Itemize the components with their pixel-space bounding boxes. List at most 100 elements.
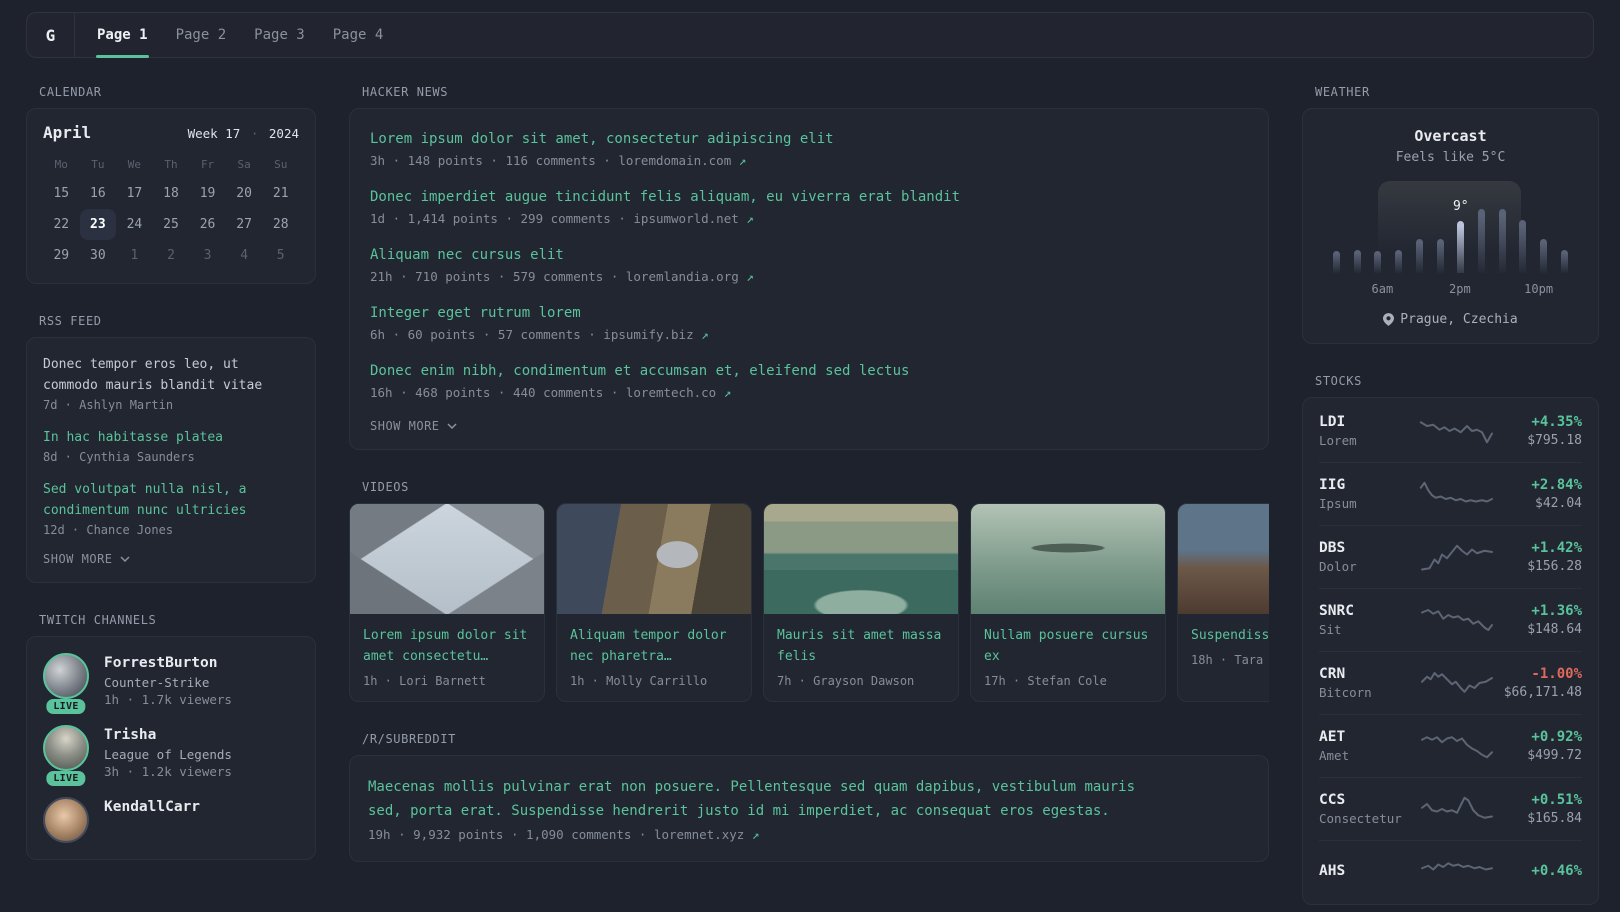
video-card[interactable]: Lorem ipsum dolor sit amet consectetu… 1…: [349, 503, 545, 702]
show-more-label: SHOW MORE: [370, 419, 440, 433]
tab-page-4[interactable]: Page 4: [333, 13, 384, 57]
stock-row[interactable]: IIG Ipsum +2.84% $42.04: [1319, 462, 1582, 525]
hn-item-title[interactable]: Aliquam nec cursus elit: [370, 245, 1248, 265]
external-link-icon[interactable]: ↗: [746, 269, 754, 284]
twitch-channel-row[interactable]: LIVE Trisha League of Legends 3h · 1.2k …: [43, 725, 299, 786]
calendar-day[interactable]: 4: [226, 240, 263, 271]
hn-item-title[interactable]: Integer eget rutrum lorem: [370, 303, 1248, 323]
rss-section-label: RSS FEED: [39, 314, 102, 328]
streamer-avatar-image: [43, 797, 89, 843]
stock-ticker: AHS: [1319, 862, 1346, 879]
twitch-channel-row[interactable]: LIVE ForrestBurton Counter-Strike 1h · 1…: [43, 653, 299, 714]
calendar-day[interactable]: 21: [262, 178, 299, 209]
stock-row[interactable]: SNRC Sit +1.36% $148.64: [1319, 588, 1582, 651]
stock-name: Lorem: [1319, 432, 1357, 448]
calendar-day[interactable]: 23: [79, 209, 117, 240]
calendar-day[interactable]: 2: [153, 240, 190, 271]
page-columns: CALENDAR April Week 17 · 2024 Mo Tu We T…: [0, 85, 1620, 905]
calendar-day[interactable]: 5: [262, 240, 299, 271]
app-logo[interactable]: G: [27, 13, 75, 57]
video-thumbnail[interactable]: [764, 504, 958, 614]
external-link-icon[interactable]: ↗: [739, 153, 747, 168]
tab-page-3[interactable]: Page 3: [254, 13, 305, 57]
calendar-day[interactable]: 17: [116, 178, 153, 209]
location-pin-icon: [1383, 313, 1395, 326]
show-more-label: SHOW MORE: [43, 552, 113, 566]
video-thumbnail[interactable]: [350, 504, 544, 614]
weather-bar: [1540, 209, 1548, 273]
calendar-day[interactable]: 3: [189, 240, 226, 271]
calendar-day[interactable]: 25: [153, 209, 190, 240]
external-link-icon[interactable]: ↗: [724, 385, 732, 400]
video-card-body: Aliquam tempor dolor nec pharetra… 1h · …: [557, 614, 751, 701]
stock-row[interactable]: LDI Lorem +4.35% $795.18: [1319, 399, 1582, 462]
videos-section: VIDEOS Lorem ipsum dolor sit amet consec…: [349, 480, 1269, 702]
video-thumbnail[interactable]: [557, 504, 751, 614]
stock-row[interactable]: AET Amet +0.92% $499.72: [1319, 714, 1582, 777]
calendar-day[interactable]: 18: [153, 178, 190, 209]
stocks-section: STOCKS LDI Lorem +4.35% $795.18 IIG Ipsu…: [1302, 374, 1599, 905]
video-card[interactable]: Nullam posuere cursus ex 17h · Stefan Co…: [970, 503, 1166, 702]
stock-row[interactable]: CCS Consectetur +0.51% $165.84: [1319, 777, 1582, 840]
hn-item-title[interactable]: Lorem ipsum dolor sit amet, consectetur …: [370, 129, 1248, 149]
calendar-day[interactable]: 15: [43, 178, 80, 209]
video-card[interactable]: Suspendisse diam 18h · Tara: [1177, 503, 1269, 702]
calendar-day[interactable]: 19: [189, 178, 226, 209]
hn-item-title[interactable]: Donec imperdiet augue tincidunt felis al…: [370, 187, 1248, 207]
stock-id: SNRC Sit: [1319, 603, 1415, 637]
tab-page-1[interactable]: Page 1: [96, 13, 149, 58]
video-meta: 7h · Grayson Dawson: [777, 674, 915, 688]
video-card[interactable]: Mauris sit amet massa felis 7h · Grayson…: [763, 503, 959, 702]
stock-row[interactable]: AHS +0.46%: [1319, 840, 1582, 903]
calendar-day[interactable]: 24: [116, 209, 153, 240]
avatar: [43, 797, 89, 843]
streamer-name[interactable]: Trisha: [104, 725, 232, 745]
video-card[interactable]: Aliquam tempor dolor nec pharetra… 1h · …: [556, 503, 752, 702]
video-thumbnail[interactable]: [971, 504, 1165, 614]
twitch-channel-row[interactable]: KendallCarr: [43, 797, 299, 843]
video-card-body: Nullam posuere cursus ex 17h · Stefan Co…: [971, 614, 1165, 701]
calendar-grid: 15 16 17 18 19 20 21 22 23 24 25 26 27 28 29 30 1 2 3 4 5: [43, 178, 299, 271]
rss-widget: Donec tempor eros leo, ut commodo mauris…: [26, 337, 316, 583]
calendar-day[interactable]: 16: [80, 178, 117, 209]
video-title[interactable]: Suspendisse diam: [1191, 625, 1269, 646]
stock-price: $66,171.48: [1503, 685, 1582, 700]
calendar-day[interactable]: 26: [189, 209, 226, 240]
calendar-day[interactable]: 29: [43, 240, 80, 271]
external-link-icon[interactable]: ↗: [746, 211, 754, 226]
video-title[interactable]: Mauris sit amet massa felis: [777, 625, 945, 667]
video-meta: 17h · Stefan Cole: [984, 674, 1107, 688]
calendar-day[interactable]: 27: [226, 209, 263, 240]
hn-item-meta: 1d · 1,414 points · 299 comments · ipsum…: [370, 211, 1248, 226]
hn-meta-text: 3h · 148 points · 116 comments · loremdo…: [370, 153, 732, 168]
stock-sparkline: [1421, 544, 1493, 571]
video-title[interactable]: Nullam posuere cursus ex: [984, 625, 1152, 667]
calendar-day[interactable]: 28: [262, 209, 299, 240]
video-thumbnail[interactable]: [1178, 504, 1269, 614]
video-title[interactable]: Lorem ipsum dolor sit amet consectetu…: [363, 625, 531, 667]
hn-item-title[interactable]: Donec enim nibh, condimentum et accumsan…: [370, 361, 1248, 381]
stock-row[interactable]: CRN Bitcorn -1.00% $66,171.48: [1319, 651, 1582, 714]
rss-show-more-button[interactable]: SHOW MORE: [43, 552, 299, 566]
rss-item-title[interactable]: Sed volutpat nulla nisl, a condimentum n…: [43, 479, 299, 521]
external-link-icon[interactable]: ↗: [701, 327, 709, 342]
hacker-news-widget: Lorem ipsum dolor sit amet, consectetur …: [349, 108, 1269, 450]
tab-page-2[interactable]: Page 2: [176, 13, 227, 57]
calendar-day[interactable]: 20: [226, 178, 263, 209]
calendar-section: CALENDAR April Week 17 · 2024 Mo Tu We T…: [26, 85, 316, 284]
video-title[interactable]: Aliquam tempor dolor nec pharetra…: [570, 625, 738, 667]
stock-values: +1.36% $148.64: [1527, 603, 1582, 637]
hn-item: Integer eget rutrum lorem 6h · 60 points…: [370, 303, 1248, 342]
calendar-day[interactable]: 30: [80, 240, 117, 271]
calendar-day[interactable]: 1: [116, 240, 153, 271]
twitch-channel-info: ForrestBurton Counter-Strike 1h · 1.7k v…: [104, 653, 232, 707]
calendar-day[interactable]: 22: [43, 209, 80, 240]
rss-item-title[interactable]: In hac habitasse platea: [43, 427, 299, 448]
reddit-post-title[interactable]: Maecenas mollis pulvinar erat non posuer…: [368, 775, 1163, 823]
external-link-icon[interactable]: ↗: [752, 827, 760, 842]
streamer-name[interactable]: KendallCarr: [104, 797, 200, 817]
hn-show-more-button[interactable]: SHOW MORE: [370, 419, 1248, 433]
stock-row[interactable]: DBS Dolor +1.42% $156.28: [1319, 525, 1582, 588]
rss-item-title[interactable]: Donec tempor eros leo, ut commodo mauris…: [43, 354, 299, 396]
streamer-name[interactable]: ForrestBurton: [104, 653, 232, 673]
